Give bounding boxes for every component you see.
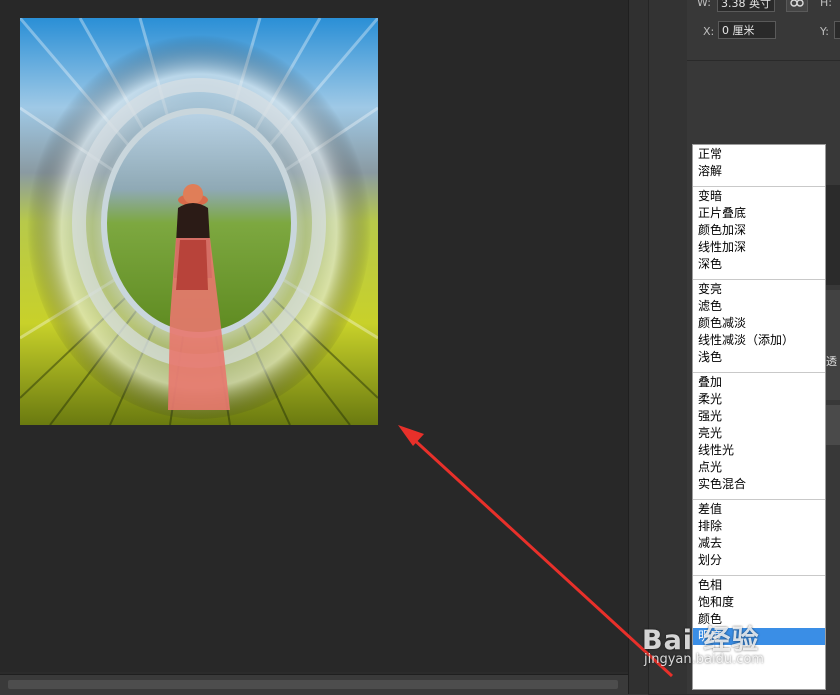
blend-mode-item[interactable]: 明度: [693, 628, 825, 645]
w-input[interactable]: 3.38 英寸: [717, 0, 775, 12]
panel-divider: [628, 0, 649, 694]
blend-mode-item[interactable]: 排除: [693, 518, 825, 535]
blend-mode-item[interactable]: 差值: [693, 501, 825, 518]
blend-mode-item[interactable]: 线性加深: [693, 239, 825, 256]
zoom-blur-photo: [20, 18, 378, 425]
y-label: Y:: [820, 25, 829, 38]
link-icon[interactable]: [786, 0, 808, 12]
blend-mode-group: 色相 饱和度 颜色 明度: [693, 576, 825, 651]
blend-mode-item[interactable]: 正常: [693, 146, 825, 163]
blend-mode-item[interactable]: 线性光: [693, 442, 825, 459]
layer-row-edge: [826, 405, 840, 445]
blend-mode-dropdown[interactable]: 正常 溶解 变暗 正片叠底 颜色加深 线性加深 深色 变亮 滤色 颜色减淡 线性减淡（添加） 浅色 叠加…: [692, 144, 826, 690]
blend-mode-item[interactable]: 色相: [693, 577, 825, 594]
panel-edge: [826, 185, 840, 285]
x-label: X:: [703, 25, 715, 38]
blend-mode-item[interactable]: 正片叠底: [693, 205, 825, 222]
blend-mode-item[interactable]: 线性减淡（添加）: [693, 332, 825, 349]
blend-mode-item[interactable]: 变亮: [693, 281, 825, 298]
horizontal-scrollbar[interactable]: [0, 674, 648, 695]
h-label: H:: [820, 0, 832, 9]
opacity-label-partial: 透: [826, 355, 837, 368]
blend-mode-item[interactable]: 柔光: [693, 391, 825, 408]
w-label: W:: [697, 0, 711, 9]
blend-mode-item[interactable]: 变暗: [693, 188, 825, 205]
blend-mode-item[interactable]: 颜色: [693, 611, 825, 628]
blend-mode-item[interactable]: 饱和度: [693, 594, 825, 611]
blend-mode-item[interactable]: 点光: [693, 459, 825, 476]
blend-mode-group: 变亮 滤色 颜色减淡 线性减淡（添加） 浅色: [693, 280, 825, 373]
blend-mode-group: 正常 溶解: [693, 145, 825, 187]
blend-mode-item[interactable]: 强光: [693, 408, 825, 425]
blend-mode-item[interactable]: 颜色加深: [693, 222, 825, 239]
blend-mode-item[interactable]: 滤色: [693, 298, 825, 315]
blend-mode-item[interactable]: 深色: [693, 256, 825, 273]
layers-panel-edge: [826, 290, 840, 400]
document-image[interactable]: [20, 18, 378, 425]
collapsed-panel-strip: [648, 0, 688, 694]
scrollbar-thumb[interactable]: [8, 680, 618, 689]
blend-mode-item[interactable]: 减去: [693, 535, 825, 552]
blend-mode-group: 变暗 正片叠底 颜色加深 线性加深 深色: [693, 187, 825, 280]
blend-mode-group: 差值 排除 减去 划分: [693, 500, 825, 576]
blend-mode-item[interactable]: 叠加: [693, 374, 825, 391]
x-input[interactable]: 0 厘米: [718, 21, 776, 39]
blend-mode-item[interactable]: 亮光: [693, 425, 825, 442]
panel-separator: [687, 60, 840, 61]
blend-mode-item[interactable]: 颜色减淡: [693, 315, 825, 332]
blend-mode-item[interactable]: 实色混合: [693, 476, 825, 493]
blend-mode-group: 叠加 柔光 强光 亮光 线性光 点光 实色混合: [693, 373, 825, 500]
blend-mode-item[interactable]: 划分: [693, 552, 825, 569]
blend-mode-item[interactable]: 溶解: [693, 163, 825, 180]
y-input[interactable]: [834, 21, 840, 39]
canvas-workspace[interactable]: [0, 0, 628, 672]
blend-mode-item[interactable]: 浅色: [693, 349, 825, 366]
